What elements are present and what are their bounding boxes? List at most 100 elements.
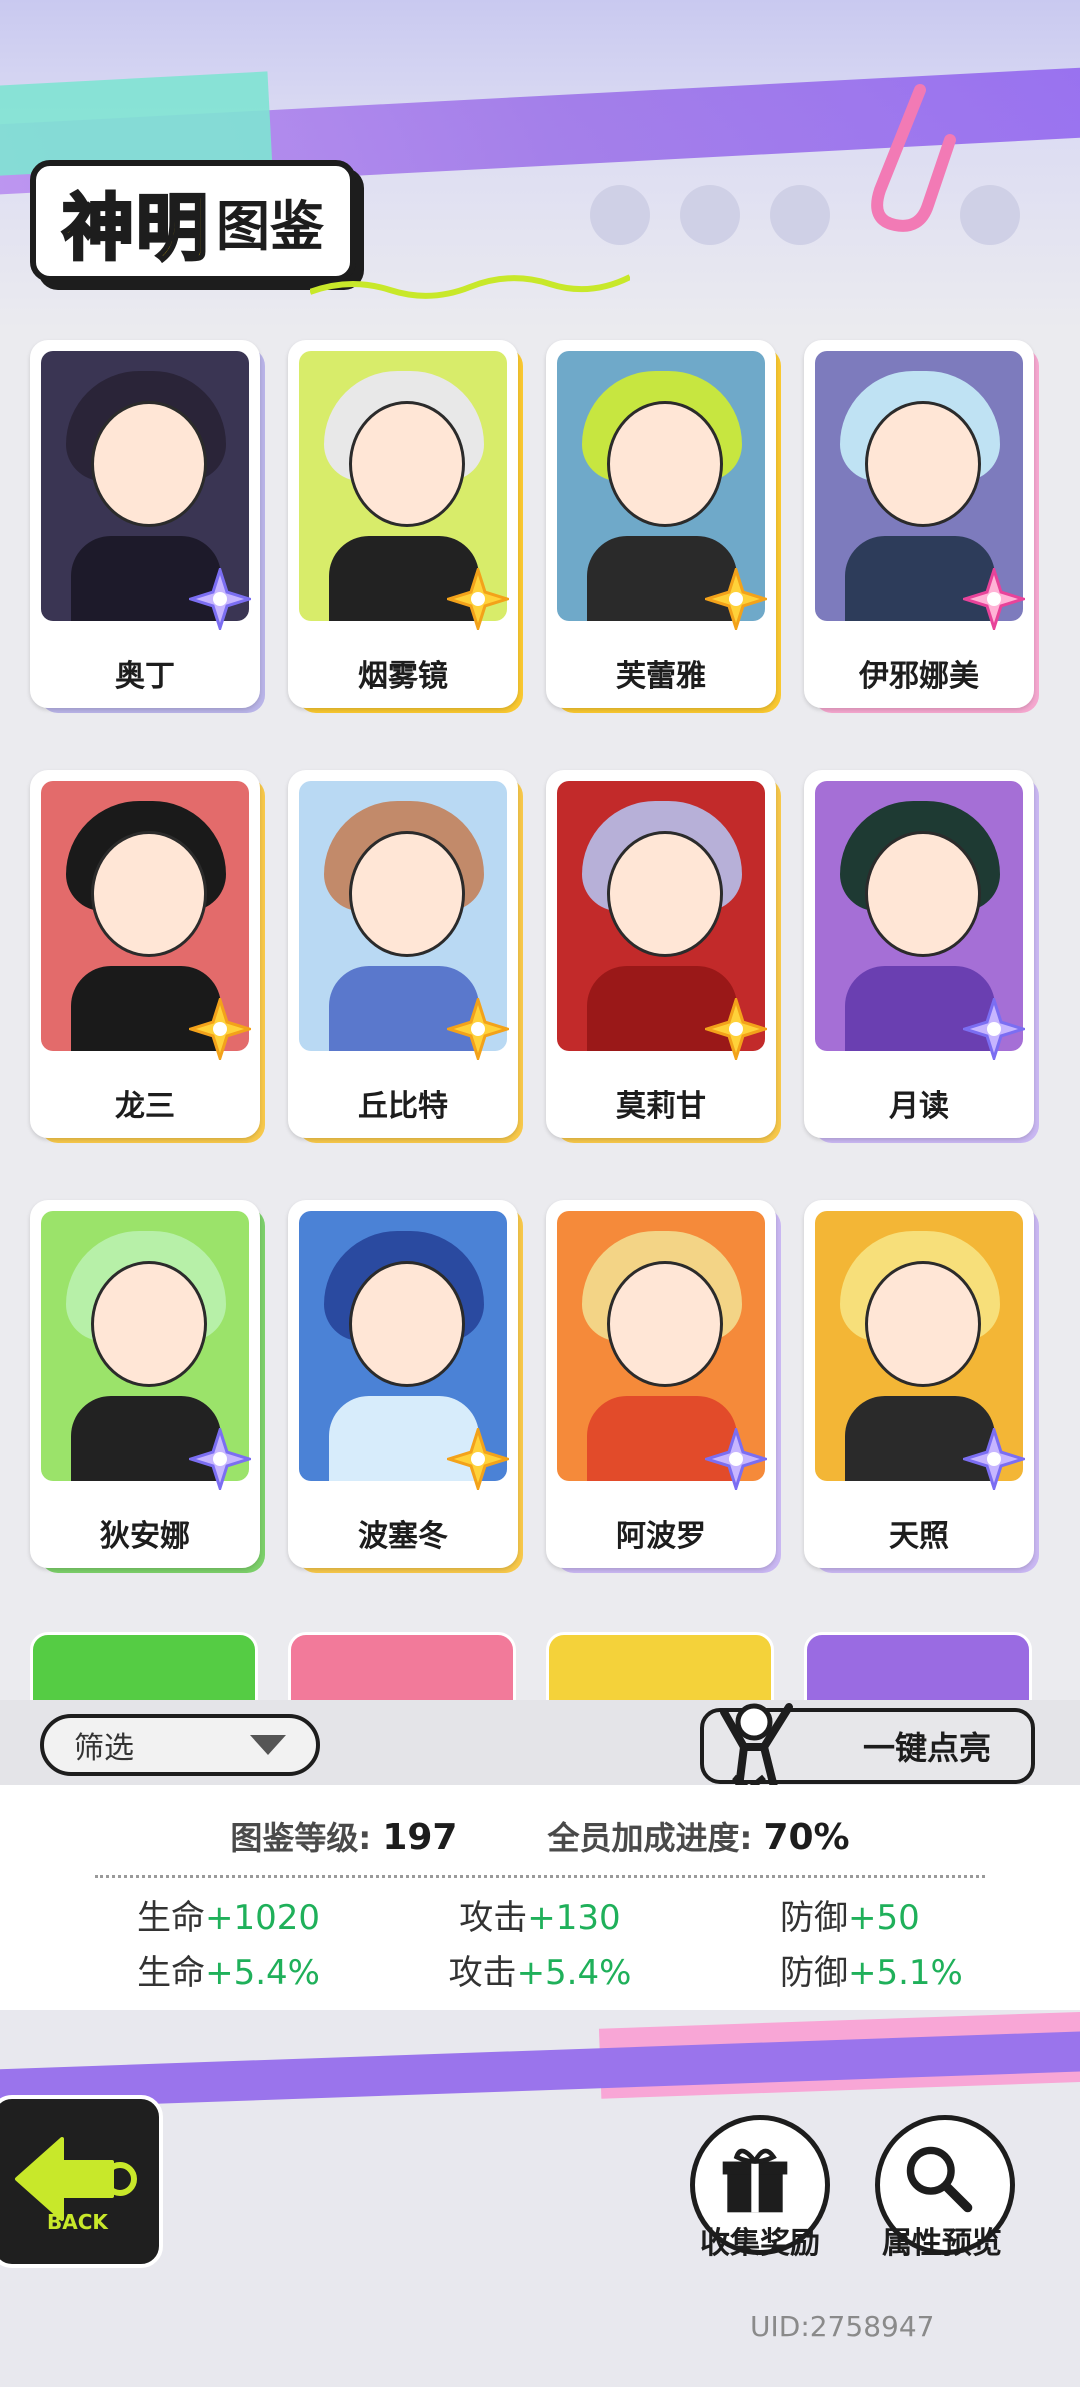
filter-label: 筛选 (74, 1731, 134, 1766)
portrait-face (91, 1261, 207, 1387)
filter-dropdown[interactable]: 筛选 (40, 1714, 320, 1776)
bonus-stat: 攻击 (448, 1953, 517, 1993)
card-front: 狄安娜 (30, 1200, 260, 1568)
bonus-stat: 生命 (137, 1953, 206, 1993)
card-front: 龙三 (30, 770, 260, 1138)
light-up-all-label: 一键点亮 (862, 1729, 991, 1767)
rarity-star-icon (705, 998, 767, 1060)
portrait-face (607, 1261, 723, 1387)
light-up-all-button[interactable]: 一键点亮 (700, 1703, 1035, 1805)
decor-dot (960, 185, 1020, 245)
rarity-star-icon (705, 1428, 767, 1490)
deity-card[interactable]: 阿波罗 (546, 1200, 781, 1573)
deity-name: 伊邪娜美 (859, 659, 979, 694)
rarity-star-icon (447, 1428, 509, 1490)
back-button[interactable]: BACK (0, 2095, 163, 2268)
rarity-star-icon (189, 568, 251, 630)
deity-name: 芙蕾雅 (616, 659, 706, 694)
collection-level: 图鉴等级: 197 (230, 1813, 457, 1859)
deity-name: 狄安娜 (100, 1519, 190, 1554)
back-arrow-icon: BACK (15, 2137, 137, 2234)
level-label: 图鉴等级: (230, 1819, 372, 1857)
chevron-down-icon (250, 1735, 286, 1755)
portrait-face (865, 401, 981, 527)
deity-name: 天照 (889, 1519, 949, 1554)
rarity-star-icon (963, 568, 1025, 630)
bonus-item: 攻击+5.4% (360, 1945, 720, 1994)
filter-bar: 筛选 一键点亮 (0, 1700, 1080, 1805)
portrait-face (865, 831, 981, 957)
deity-card[interactable] (804, 1632, 1032, 1702)
collect-reward-label: 收集奖励 (700, 2226, 820, 2261)
deity-name: 阿波罗 (616, 1519, 706, 1554)
deity-card[interactable] (288, 1632, 516, 1702)
bonus-value: +5.1% (848, 1953, 963, 1993)
deity-card[interactable]: 狄安娜 (30, 1200, 265, 1573)
deity-card[interactable]: 天照 (804, 1200, 1039, 1573)
portrait-face (607, 831, 723, 957)
deity-card[interactable]: 丘比特 (288, 770, 523, 1143)
deity-name: 丘比特 (358, 1089, 448, 1124)
progress-label: 全员加成进度: (547, 1819, 753, 1857)
decor-dot (770, 185, 830, 245)
attribute-preview-label: 属性预览 (882, 2226, 1002, 2261)
bonus-stat: 生命 (136, 1898, 205, 1938)
bonus-value: +50 (848, 1898, 920, 1938)
decor-stripe (0, 2029, 1080, 2111)
title-sub: 图鉴 (216, 194, 325, 258)
deity-card[interactable]: 龙三 (30, 770, 265, 1143)
bonus-stat: 防御 (780, 1953, 848, 1993)
rarity-star-icon (963, 998, 1025, 1060)
deity-card[interactable]: 波塞冬 (288, 1200, 523, 1573)
deity-card[interactable]: 芙蕾雅 (546, 340, 781, 713)
page-title: 神明 图鉴 (30, 160, 630, 299)
rarity-star-icon (447, 568, 509, 630)
bonus-item: 防御+5.1% (720, 1945, 1080, 1994)
title-main: 神明 (60, 184, 211, 271)
back-label: BACK (47, 2210, 109, 2234)
card-front: 丘比特 (288, 770, 518, 1138)
divider (95, 1875, 985, 1878)
bonus-value: +5.4% (205, 1953, 320, 1993)
rarity-star-icon (447, 998, 509, 1060)
bonus-stat: 防御 (780, 1898, 848, 1938)
collection-stats-panel: 图鉴等级: 197 全员加成进度: 70% 生命+1020 攻击+130 防御+50… (0, 1785, 1080, 2010)
deity-card[interactable]: 月读 (804, 770, 1039, 1143)
card-front: 阿波罗 (546, 1200, 776, 1568)
deity-card[interactable]: 奥丁 (30, 340, 265, 713)
bonus-item: 生命+1020 (0, 1890, 360, 1939)
bonus-value: +1020 (204, 1898, 320, 1938)
card-front: 天照 (804, 1200, 1034, 1568)
deity-name: 烟雾镜 (358, 659, 448, 694)
portrait-face (607, 401, 723, 527)
rarity-star-icon (189, 1428, 251, 1490)
bonus-progress: 全员加成进度: 70% (547, 1813, 849, 1859)
deity-card[interactable]: 伊邪娜美 (804, 340, 1039, 713)
bonus-value: +130 (527, 1898, 621, 1938)
deity-card[interactable]: 莫莉甘 (546, 770, 781, 1143)
portrait-face (349, 831, 465, 957)
title-box: 神明 图鉴 (30, 160, 357, 282)
card-front: 波塞冬 (288, 1200, 518, 1568)
card-front: 芙蕾雅 (546, 340, 776, 708)
deity-card[interactable] (30, 1632, 258, 1702)
bonus-value: +5.4% (516, 1953, 632, 1993)
paperclip-icon (871, 84, 956, 232)
bonus-list: 生命+1020 攻击+130 防御+50 生命+5.4% 攻击+5.4% 防御+5.1% (0, 1890, 1080, 1994)
deity-name: 龙三 (115, 1089, 175, 1124)
deity-name: 月读 (889, 1089, 949, 1124)
deity-card[interactable]: 烟雾镜 (288, 340, 523, 713)
card-front: 烟雾镜 (288, 340, 518, 708)
deity-name: 波塞冬 (358, 1519, 448, 1554)
card-front: 伊邪娜美 (804, 340, 1034, 708)
deity-name: 奥丁 (115, 659, 175, 694)
rarity-star-icon (963, 1428, 1025, 1490)
stats-header: 图鉴等级: 197 全员加成进度: 70% (0, 1813, 1080, 1859)
user-id: UID:2758947 (750, 2310, 935, 2343)
portrait-face (349, 401, 465, 527)
bonus-item: 生命+5.4% (0, 1945, 360, 1994)
card-front: 奥丁 (30, 340, 260, 708)
portrait-face (349, 1261, 465, 1387)
deity-card-partial-row (30, 1632, 1050, 1702)
portrait-face (91, 401, 207, 527)
